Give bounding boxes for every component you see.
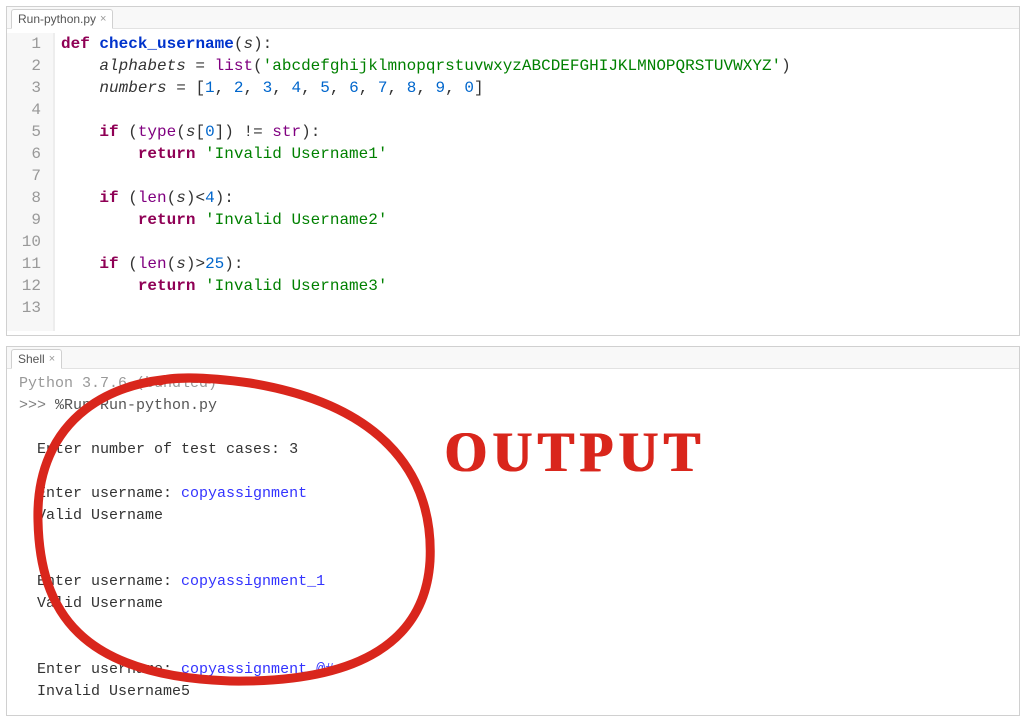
line-number: 13: [7, 297, 41, 319]
code-line: [61, 231, 1019, 253]
shell-line: Enter username: copyassignment_1: [37, 573, 325, 590]
line-number: 8: [7, 187, 41, 209]
shell-line: Invalid Username5: [37, 683, 190, 700]
line-number: 1: [7, 33, 41, 55]
line-number: 2: [7, 55, 41, 77]
line-number: 3: [7, 77, 41, 99]
shell-run-command: %Run Run-python.py: [55, 397, 217, 414]
editor-tab-label: Run-python.py: [18, 12, 96, 26]
code-line: if (len(s)<4):: [61, 187, 1019, 209]
shell-panel: Shell × Python 3.7.6 (bundled) >>> %Run …: [6, 346, 1020, 716]
shell-line: Enter username: copyassignment: [37, 485, 307, 502]
shell-tab[interactable]: Shell ×: [11, 349, 62, 369]
editor-body[interactable]: 1 2 3 4 5 6 7 8 9 10 11 12 13 def check_…: [7, 29, 1019, 335]
code-line: return 'Invalid Username1': [61, 143, 1019, 165]
code-editor-panel: Run-python.py × 1 2 3 4 5 6 7 8 9 10 11 …: [6, 6, 1020, 336]
code-line: alphabets = list('abcdefghijklmnopqrstuv…: [61, 55, 1019, 77]
code-line: if (len(s)>25):: [61, 253, 1019, 275]
code-line: return 'Invalid Username2': [61, 209, 1019, 231]
line-number: 4: [7, 99, 41, 121]
shell-tab-label: Shell: [18, 352, 45, 366]
line-number: 12: [7, 275, 41, 297]
shell-line: Enter number of test cases: 3: [37, 441, 298, 458]
shell-line: Valid Username: [37, 507, 163, 524]
shell-prompt: >>>: [19, 397, 46, 414]
shell-version: Python 3.7.6 (bundled): [19, 375, 217, 392]
line-number: 9: [7, 209, 41, 231]
code-line: def check_username(s):: [61, 33, 1019, 55]
code-line: return 'Invalid Username3': [61, 275, 1019, 297]
code-line: [61, 99, 1019, 121]
line-number: 6: [7, 143, 41, 165]
shell-tab-strip: Shell ×: [7, 347, 1019, 369]
line-number-gutter: 1 2 3 4 5 6 7 8 9 10 11 12 13: [7, 33, 55, 331]
line-number: 7: [7, 165, 41, 187]
code-line: if (type(s[0]) != str):: [61, 121, 1019, 143]
code-line: [61, 165, 1019, 187]
close-icon[interactable]: ×: [100, 14, 106, 25]
annotation-output-label: OUTPUT: [445, 419, 706, 484]
close-icon[interactable]: ×: [49, 354, 55, 365]
line-number: 5: [7, 121, 41, 143]
shell-line: Enter username: copyassignment_@#: [37, 661, 334, 678]
shell-line: Valid Username: [37, 595, 163, 612]
line-number: 10: [7, 231, 41, 253]
line-number: 11: [7, 253, 41, 275]
editor-tab[interactable]: Run-python.py ×: [11, 9, 113, 29]
code-area[interactable]: def check_username(s): alphabets = list(…: [55, 33, 1019, 331]
code-line: numbers = [1, 2, 3, 4, 5, 6, 7, 8, 9, 0]: [61, 77, 1019, 99]
editor-tab-strip: Run-python.py ×: [7, 7, 1019, 29]
